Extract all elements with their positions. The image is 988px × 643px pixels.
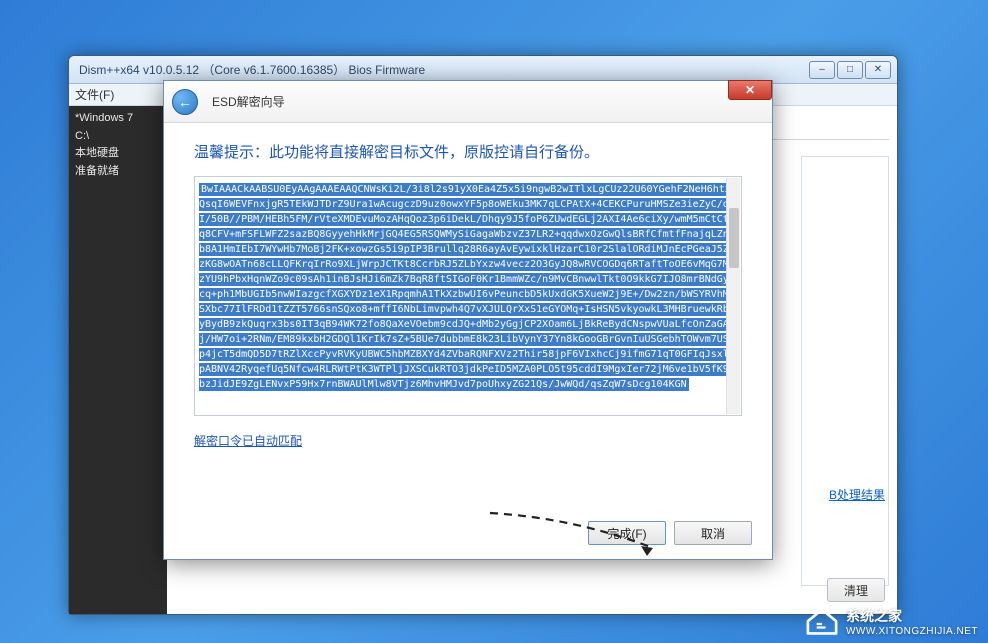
maximize-button[interactable]: □	[837, 61, 863, 79]
menu-file[interactable]: 文件(F)	[75, 86, 114, 103]
result-link[interactable]: B处理结果	[829, 486, 885, 503]
esd-decrypt-wizard: ← ESD解密向导 ✕ 温馨提示：此功能将直接解密目标文件，原版控请自行备份。 …	[163, 80, 773, 560]
sidebar-item[interactable]: 准备就绪	[75, 163, 161, 181]
wizard-footer: 完成(F) 取消	[588, 521, 752, 545]
sidebar: *Windows 7 C:\ 本地硬盘 准备就绪	[69, 106, 167, 614]
watermark: 系统之家 WWW.XITONGZHIJIA.NET	[804, 606, 978, 637]
finish-button[interactable]: 完成(F)	[588, 521, 666, 545]
sidebar-item[interactable]: *Windows 7	[75, 110, 161, 128]
scrollbar[interactable]	[726, 178, 740, 414]
back-button[interactable]: ←	[172, 89, 198, 115]
right-panel	[801, 156, 889, 586]
wizard-header: ← ESD解密向导 ✕	[164, 81, 772, 123]
watermark-url: WWW.XITONGZHIJIA.NET	[846, 626, 978, 637]
house-icon	[804, 607, 840, 637]
minimize-button[interactable]: –	[809, 61, 835, 79]
watermark-name: 系统之家	[846, 608, 902, 624]
sidebar-item[interactable]: 本地硬盘	[75, 145, 161, 163]
warning-tip: 温馨提示：此功能将直接解密目标文件，原版控请自行备份。	[194, 141, 742, 162]
sidebar-item[interactable]: C:\	[75, 128, 161, 146]
window-title: Dism++x64 v10.0.5.12 （Core v6.1.7600.163…	[75, 61, 807, 78]
cancel-button[interactable]: 取消	[674, 521, 752, 545]
wizard-body: 温馨提示：此功能将直接解密目标文件，原版控请自行备份。 BwIAAACkAABS…	[164, 123, 772, 461]
key-content[interactable]: BwIAAACkAABSU0EyAAgAAAEAAQCNWsKi2L/3i8l2…	[199, 183, 737, 391]
clear-button[interactable]: 清理	[827, 578, 885, 602]
scrollbar-thumb[interactable]	[729, 208, 739, 268]
wizard-close-button[interactable]: ✕	[728, 80, 772, 100]
close-button[interactable]: ✕	[865, 61, 891, 79]
auto-match-link[interactable]: 解密口令已自动匹配	[194, 432, 302, 449]
wizard-title: ESD解密向导	[212, 93, 285, 110]
key-textbox[interactable]: BwIAAACkAABSU0EyAAgAAAEAAQCNWsKi2L/3i8l2…	[194, 176, 742, 416]
